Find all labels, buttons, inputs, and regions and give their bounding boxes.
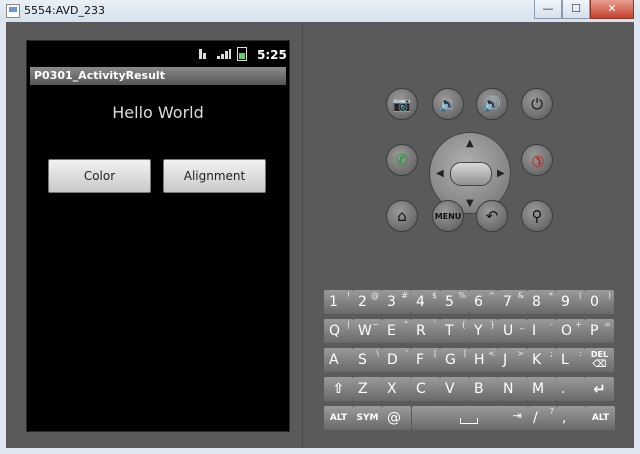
phone-call-icon: ✆ [395, 150, 409, 169]
shift-key[interactable]: ⇧ [324, 377, 353, 401]
volume-up-icon: 🔊 [482, 94, 502, 113]
key-l[interactable]: L: [556, 348, 585, 372]
key-v[interactable]: V [440, 377, 469, 401]
slash-key[interactable]: /? [528, 406, 557, 430]
key-n[interactable]: N [498, 377, 527, 401]
app-window-icon [6, 4, 20, 18]
camera-icon: 📷 [392, 94, 412, 113]
menu-button[interactable]: MENU [432, 200, 464, 232]
key-9[interactable]: 9( [556, 290, 585, 314]
space-icon [460, 418, 478, 424]
key-j[interactable]: J > [498, 348, 527, 372]
key-e[interactable]: E " [382, 319, 411, 343]
call-button[interactable]: ✆ [386, 144, 418, 176]
key-h[interactable]: H < [469, 348, 498, 372]
dpad-center-button[interactable] [450, 162, 492, 186]
window-controls: — ☐ ✕ [534, 0, 634, 19]
color-button[interactable]: Color [48, 159, 151, 193]
key-u[interactable]: U _ [498, 319, 527, 343]
key-d[interactable]: D ' [382, 348, 411, 372]
key-5[interactable]: 5% [440, 290, 469, 314]
menu-label: MENU [434, 211, 462, 221]
battery-icon [237, 47, 247, 61]
backspace-icon: ⌫ [592, 359, 607, 370]
volume-down-icon: 🔉 [438, 94, 458, 113]
home-button[interactable]: ⌂ [386, 200, 418, 232]
power-button[interactable]: ⏻ [521, 88, 553, 120]
dpad-right-icon[interactable]: ▶ [497, 169, 505, 179]
space-key[interactable]: ⇥ [412, 406, 528, 430]
key-q[interactable]: Q | [324, 319, 353, 343]
volume-down-button[interactable]: 🔉 [432, 88, 464, 120]
enter-key[interactable]: ↵ [585, 377, 614, 401]
camera-button[interactable]: 📷 [386, 88, 418, 120]
key-6[interactable]: 6 ^ [469, 290, 498, 314]
dpad-down-icon[interactable]: ▼ [466, 199, 474, 209]
key-x[interactable]: X [382, 377, 411, 401]
window-title: 5554:AVD_233 [24, 4, 106, 17]
key-3[interactable]: 3 # [382, 290, 411, 314]
minimize-button[interactable]: — [534, 0, 562, 19]
key-p[interactable]: P = [585, 319, 614, 343]
back-button[interactable]: ↶ [476, 200, 508, 232]
key-t[interactable]: T{ [440, 319, 469, 343]
key-y[interactable]: Y} [469, 319, 498, 343]
key-c[interactable]: C [411, 377, 440, 401]
app-title-bar: P0301_ActivityResult [30, 67, 286, 85]
search-icon: ⚲ [531, 206, 543, 225]
maximize-button[interactable]: ☐ [562, 0, 590, 19]
key-w[interactable]: W ~ [353, 319, 382, 343]
key-o[interactable]: O + [556, 319, 585, 343]
key-s[interactable]: S \ [353, 348, 382, 372]
key-period[interactable]: . [556, 377, 585, 401]
window-titlebar: 5554:AVD_233 — ☐ ✕ [0, 0, 640, 22]
back-icon: ↶ [485, 206, 499, 225]
key-8[interactable]: 8 * [527, 290, 556, 314]
home-icon: ⌂ [397, 206, 407, 225]
key-a[interactable]: A [324, 348, 353, 372]
alt-key-right[interactable]: ALT [586, 406, 615, 430]
delete-key[interactable]: DEL ⌫ [585, 348, 614, 372]
key-k[interactable]: K; [527, 348, 556, 372]
key-0[interactable]: 0) [585, 290, 614, 314]
key-g[interactable]: G] [440, 348, 469, 372]
panel-divider [302, 22, 303, 448]
key-f[interactable]: F[ [411, 348, 440, 372]
tab-icon: ⇥ [512, 409, 522, 422]
volume-up-button[interactable]: 🔊 [476, 88, 508, 120]
status-bar: 5:25 [27, 41, 289, 65]
data-activity-icon [199, 49, 207, 59]
comma-key[interactable]: , [557, 406, 586, 430]
signal-strength-icon [217, 49, 231, 59]
end-call-button[interactable]: ✆ [521, 144, 553, 176]
key-7[interactable]: 7 & [498, 290, 527, 314]
status-clock: 5:25 [257, 48, 287, 62]
key-b[interactable]: B [469, 377, 498, 401]
dpad-up-icon[interactable]: ▲ [466, 139, 474, 149]
key-1[interactable]: 1! [324, 290, 353, 314]
end-call-icon: ✆ [526, 149, 549, 172]
alignment-button[interactable]: Alignment [163, 159, 266, 193]
key-r[interactable]: R ` [411, 319, 440, 343]
key-m[interactable]: M [527, 377, 556, 401]
key-2[interactable]: 2 @ [353, 290, 382, 314]
power-icon: ⏻ [531, 94, 543, 113]
alt-key-left[interactable]: ALT [324, 406, 353, 430]
device-screen: 5:25 P0301_ActivityResult Hello World Co… [26, 40, 290, 432]
shift-icon: ⇧ [332, 381, 345, 397]
hello-text: Hello World [112, 103, 204, 122]
dpad-left-icon[interactable]: ◀ [436, 169, 444, 179]
sym-key[interactable]: SYM [353, 406, 382, 430]
key-z[interactable]: Z [353, 377, 382, 401]
enter-icon: ↵ [593, 380, 606, 398]
key-4[interactable]: 4 $ [411, 290, 440, 314]
search-button[interactable]: ⚲ [521, 200, 553, 232]
key-i[interactable]: I- [527, 319, 556, 343]
at-key[interactable]: @ [382, 406, 411, 430]
close-button[interactable]: ✕ [590, 0, 634, 19]
